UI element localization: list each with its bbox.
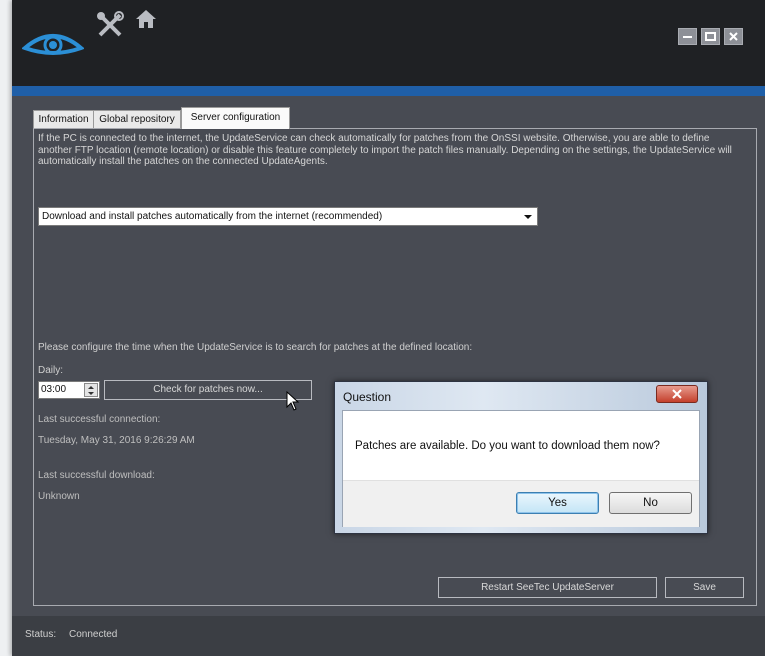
time-input[interactable]: 03:00 (38, 381, 100, 399)
dialog-body: Patches are available. Do you want to do… (342, 410, 700, 527)
dialog-title: Question (343, 390, 392, 404)
accent-strip (12, 86, 765, 96)
save-button[interactable]: Save (665, 577, 744, 598)
tab-information[interactable]: Information (33, 110, 94, 128)
minimize-icon (683, 36, 692, 38)
status-label: Status: (25, 629, 57, 640)
home-icon[interactable] (134, 8, 158, 35)
last-connection-label: Last successful connection: (38, 414, 161, 425)
status-value: Connected (69, 629, 118, 640)
chevron-down-icon (88, 391, 94, 395)
title-bar (12, 0, 765, 86)
maximize-icon (705, 32, 716, 41)
intro-text: If the PC is connected to the internet, … (38, 133, 732, 167)
chevron-down-icon (524, 215, 532, 219)
download-mode-value: Download and install patches automatical… (42, 211, 383, 222)
eye-logo-icon (21, 28, 85, 69)
dialog-close-button[interactable] (656, 385, 698, 403)
chevron-up-icon (88, 385, 94, 389)
dialog-message: Patches are available. Do you want to do… (355, 440, 660, 452)
last-download-value: Unknown (38, 491, 80, 502)
tools-icon[interactable] (95, 10, 125, 45)
mouse-cursor-icon (286, 390, 300, 416)
maximize-button[interactable] (701, 28, 720, 45)
question-dialog: Question Patches are available. Do you w… (334, 381, 708, 534)
daily-label: Daily: (38, 365, 64, 376)
yes-button[interactable]: Yes (516, 492, 599, 514)
tab-global-repository[interactable]: Global repository (93, 110, 181, 128)
last-download-label: Last successful download: (38, 470, 155, 481)
restart-server-button[interactable]: Restart SeeTec UpdateServer (438, 577, 657, 598)
download-mode-select[interactable]: Download and install patches automatical… (38, 207, 538, 226)
no-button[interactable]: No (609, 492, 692, 514)
minimize-button[interactable] (678, 28, 697, 45)
close-button[interactable] (724, 28, 743, 45)
tab-server-configuration[interactable]: Server configuration (181, 107, 290, 129)
status-bar: Status: Connected (12, 616, 765, 656)
update-service-window: Information Global repository Server con… (12, 0, 765, 656)
time-value: 03:00 (41, 384, 67, 395)
close-icon (729, 32, 738, 41)
configure-time-label: Please configure the time when the Updat… (38, 342, 473, 353)
server-config-panel (33, 128, 757, 606)
dialog-footer: Yes No (343, 480, 699, 527)
close-icon (672, 389, 682, 399)
check-for-patches-button[interactable]: Check for patches now... (104, 380, 312, 400)
time-stepper[interactable] (84, 383, 98, 397)
last-connection-value: Tuesday, May 31, 2016 9:26:29 AM (38, 435, 195, 446)
